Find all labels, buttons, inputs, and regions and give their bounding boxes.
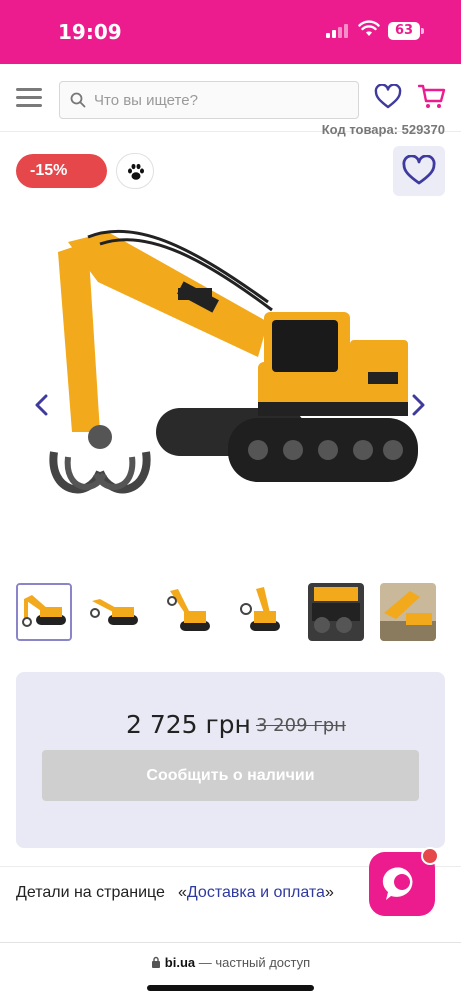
notify-availability-button[interactable]: Сообщить о наличии: [42, 750, 419, 801]
product-image[interactable]: [28, 212, 433, 572]
battery-tip: [421, 28, 424, 34]
thumbnail[interactable]: [16, 583, 72, 641]
thumbnail[interactable]: [308, 583, 364, 641]
discount-badge: -15%: [16, 154, 107, 188]
chat-icon: [382, 867, 413, 900]
browser-url-bar[interactable]: bi.ua — частный доступ: [0, 955, 461, 970]
browser-divider: [0, 942, 461, 943]
notification-dot: [421, 847, 439, 865]
chevron-right-icon[interactable]: [410, 394, 426, 416]
old-price: 3 209 грн: [256, 715, 346, 736]
delivery-payment-link[interactable]: Доставка и оплата: [187, 884, 325, 901]
signal-icon: [326, 24, 350, 38]
price-panel: 2 725 грн 3 209 грн Сообщить о наличии: [16, 672, 445, 848]
status-bar: 19:09 63: [0, 0, 461, 64]
pet-badge: [116, 153, 154, 189]
chevron-left-icon[interactable]: [34, 394, 50, 416]
paw-icon: [128, 163, 144, 180]
url-suffix: — частный доступ: [195, 955, 311, 970]
heart-icon: [402, 155, 436, 185]
search-placeholder: Что вы ищете?: [94, 92, 198, 109]
open-quote: «: [178, 884, 187, 901]
details-label: Детали на странице: [16, 884, 165, 901]
heart-icon[interactable]: [374, 84, 402, 110]
thumbnail[interactable]: [380, 583, 436, 641]
url-domain: bi.ua: [164, 955, 196, 970]
menu-icon[interactable]: [16, 88, 42, 108]
status-time: 19:09: [58, 20, 122, 44]
home-indicator: [147, 985, 314, 991]
details-link-row: «Доставка и оплата»: [178, 884, 334, 902]
current-price: 2 725 грн: [126, 710, 251, 739]
thumbnail[interactable]: [88, 583, 144, 641]
close-quote: »: [324, 884, 334, 901]
wifi-icon: [358, 20, 380, 36]
thumbnail[interactable]: [236, 583, 292, 641]
thumbnail-strip: [16, 583, 446, 643]
thumbnail[interactable]: [162, 583, 218, 641]
add-to-favorites-button[interactable]: [393, 146, 445, 196]
lock-icon: [151, 956, 160, 968]
product-sku: Код товара: 529370: [321, 122, 445, 137]
search-icon: [70, 92, 86, 108]
search-input[interactable]: Что вы ищете?: [59, 81, 359, 119]
battery-indicator: 63: [388, 22, 420, 40]
cart-icon[interactable]: [418, 84, 446, 110]
